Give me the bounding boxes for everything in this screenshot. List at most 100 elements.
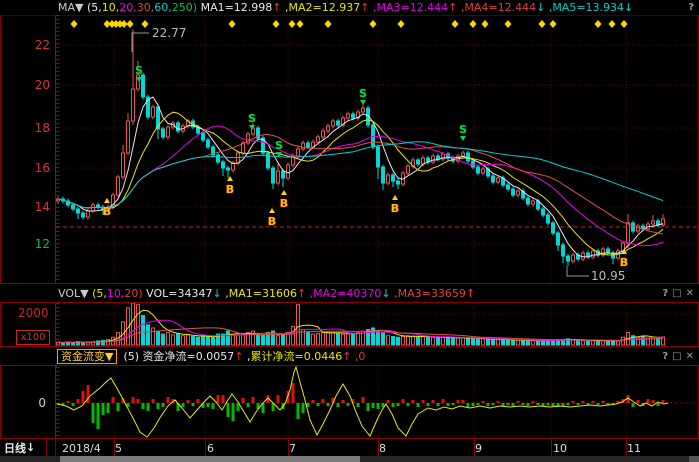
date-label: 10 xyxy=(553,442,567,455)
alert-diamond-icon xyxy=(297,20,304,28)
alert-diamond-icon xyxy=(325,20,332,28)
sell-arrow-icon xyxy=(360,100,366,105)
alert-diamond-icon xyxy=(470,20,477,28)
trading-app-window: SSSSSBBBBBB22.7710.95 MA▼ (5,10,20,30,60… xyxy=(0,0,699,462)
date-separator xyxy=(551,439,552,456)
price-axis-label: 20 xyxy=(24,79,50,91)
header-part: 累计净流=0.0446 xyxy=(250,350,342,363)
header-part: ,MA5=13.934 xyxy=(545,1,624,14)
date-label: 8 xyxy=(379,442,386,455)
svg-text:S: S xyxy=(275,139,283,152)
svg-text:B: B xyxy=(268,215,276,228)
header-part: ,MA4=12.444 xyxy=(457,1,536,14)
svg-text:S: S xyxy=(248,112,256,125)
header-part: 10, xyxy=(102,1,120,14)
header-part: 资金净流=0.0057 xyxy=(143,350,235,363)
svg-text:B: B xyxy=(620,256,628,269)
svg-text:22.77: 22.77 xyxy=(152,26,186,40)
close-icon[interactable]: ✕ xyxy=(686,351,694,362)
header-part: ↑ xyxy=(448,1,457,14)
volume-unit-badge: x100 xyxy=(16,330,50,345)
price-axis-label: 22 xyxy=(24,39,50,51)
vol-indicator-bar: VOL▼ (5,10,20) VOL=34347↓ ,MA1=31606↑ ,M… xyxy=(0,283,699,303)
alert-diamond-icon xyxy=(127,20,134,28)
header-part: 20, xyxy=(119,1,137,14)
ma-values: (5,10,20,30,60,250) MA1=12.998↑ ,MA2=12.… xyxy=(83,1,633,14)
vol-dropdown[interactable]: VOL▼ xyxy=(58,287,89,300)
header-part: ,MA3=12.444 xyxy=(369,1,448,14)
chevron-down-icon: ▼ xyxy=(80,287,88,300)
svg-text:B: B xyxy=(226,183,234,196)
moneyflow-type-button[interactable]: 资金流变▼ xyxy=(57,349,117,364)
header-part: 60, xyxy=(154,1,172,14)
help-icon[interactable]: ? xyxy=(662,351,668,362)
scrollbar-right-button[interactable] xyxy=(689,456,699,462)
header-part: (5) xyxy=(123,350,142,363)
maximize-icon[interactable]: □ xyxy=(672,288,681,299)
header-part: ↓ xyxy=(624,1,633,14)
header-part: ↓ xyxy=(213,287,222,300)
header-part: ↑ xyxy=(297,287,306,300)
header-part: 30, xyxy=(137,1,155,14)
header-part: ↑ xyxy=(466,287,475,300)
period-selector[interactable]: 日线↓ xyxy=(0,439,47,456)
alert-diamond-icon xyxy=(370,20,377,28)
svg-text:B: B xyxy=(103,205,111,218)
date-separator xyxy=(205,439,206,456)
volume-axis-label: 2000 xyxy=(18,307,48,319)
alert-diamond-icon xyxy=(398,20,405,28)
date-label: 5 xyxy=(115,442,122,455)
svg-text:S: S xyxy=(135,64,143,77)
down-arrow-icon: ↓ xyxy=(26,441,35,454)
scrollbar-thumb[interactable] xyxy=(60,456,360,462)
svg-text:B: B xyxy=(391,202,399,215)
alert-diamond-icon xyxy=(71,20,78,28)
help-icon[interactable]: ? xyxy=(662,288,668,299)
ma-indicator-bar: MA▼ (5,10,20,30,60,250) MA1=12.998↑ ,MA2… xyxy=(0,0,699,15)
header-part: (5, xyxy=(83,1,101,14)
buy-arrow-icon xyxy=(281,190,287,195)
header-part: ↑ xyxy=(272,1,281,14)
date-label: 7 xyxy=(289,442,296,455)
svg-text:10.95: 10.95 xyxy=(591,269,625,283)
close-icon[interactable]: ✕ xyxy=(686,288,694,299)
header-part: 20) xyxy=(124,287,142,300)
vol-values: (5,10,20) VOL=34347↓ ,MA1=31606↑ ,MA2=40… xyxy=(89,287,475,300)
date-label: 11 xyxy=(627,442,641,455)
svg-text:B: B xyxy=(280,197,288,210)
header-part: ↓ xyxy=(381,287,390,300)
chart-canvas[interactable]: SSSSSBBBBBB22.7710.95 xyxy=(0,0,699,462)
help-icon[interactable]: ? xyxy=(688,2,694,13)
header-part: ,0 xyxy=(351,350,365,363)
alert-diamond-icon xyxy=(452,20,459,28)
alert-diamond-icon xyxy=(229,20,236,28)
ma-dropdown[interactable]: MA▼ xyxy=(58,1,83,14)
flow-zero-label: 0 xyxy=(30,397,46,409)
header-part: ,MA2=40370 xyxy=(306,287,381,300)
header-part: ,MA2=12.937 xyxy=(282,1,361,14)
header-part: ,MA3=33659 xyxy=(391,287,466,300)
price-axis-label: 16 xyxy=(24,162,50,174)
date-label: 2018/4 xyxy=(62,442,101,455)
moneyflow-indicator-bar: 资金流变▼ (5) 资金净流=0.0057↑ ,累计净流=0.0446↑ ,0 ?… xyxy=(0,346,699,366)
alert-diamond-icon xyxy=(142,20,149,28)
price-axis-label: 14 xyxy=(24,201,50,213)
alert-diamond-icon xyxy=(121,20,128,28)
alert-diamond-icon xyxy=(595,20,602,28)
header-part: 10, xyxy=(107,287,125,300)
date-separator xyxy=(55,439,56,456)
buy-arrow-icon xyxy=(392,195,398,200)
moneyflow-values: (5) 资金净流=0.0057↑ ,累计净流=0.0446↑ ,0 xyxy=(123,348,365,364)
chevron-down-icon: ▼ xyxy=(75,1,83,14)
header-part: MA1=12.998 xyxy=(197,1,272,14)
alert-diamond-icon xyxy=(273,20,280,28)
horizontal-scrollbar[interactable] xyxy=(0,456,699,462)
header-part: VOL=34347 xyxy=(143,287,213,300)
maximize-icon[interactable]: □ xyxy=(672,351,681,362)
date-label: 9 xyxy=(475,442,482,455)
header-part: ,MA1=31606 xyxy=(222,287,297,300)
price-axis-label: 18 xyxy=(24,122,50,134)
buy-arrow-icon xyxy=(269,208,275,213)
alert-diamond-icon xyxy=(505,20,512,28)
svg-text:S: S xyxy=(359,87,367,100)
